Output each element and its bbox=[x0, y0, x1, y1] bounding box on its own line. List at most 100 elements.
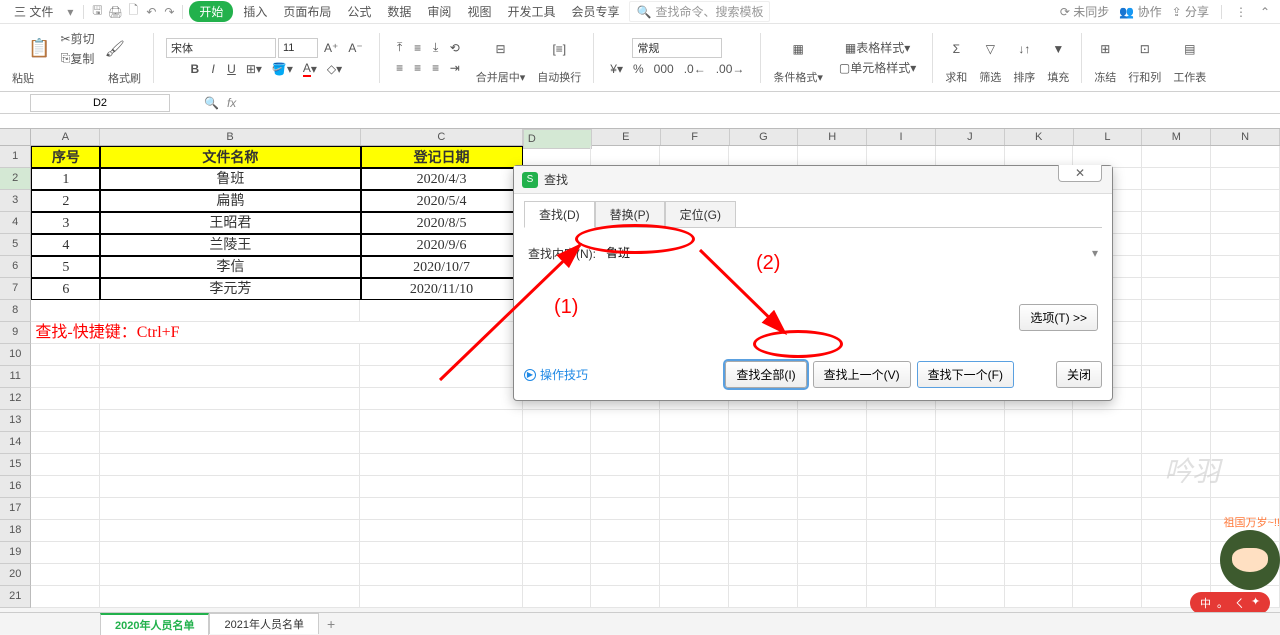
cell-A16[interactable] bbox=[31, 476, 100, 498]
row-header-17[interactable]: 17 bbox=[0, 498, 31, 520]
cell-A18[interactable] bbox=[31, 520, 100, 542]
cell-D14[interactable] bbox=[523, 432, 592, 454]
cell-N16[interactable] bbox=[1211, 476, 1280, 498]
cell-I18[interactable] bbox=[867, 520, 936, 542]
cell-D17[interactable] bbox=[523, 498, 592, 520]
col-header-B[interactable]: B bbox=[100, 129, 360, 145]
cell-N11[interactable] bbox=[1211, 366, 1280, 388]
col-header-F[interactable]: F bbox=[661, 129, 730, 145]
cell-E20[interactable] bbox=[591, 564, 660, 586]
align-left-button[interactable]: ≡ bbox=[392, 59, 408, 77]
cell-D20[interactable] bbox=[523, 564, 592, 586]
cell-E19[interactable] bbox=[591, 542, 660, 564]
cell-H16[interactable] bbox=[798, 476, 867, 498]
cell-F14[interactable] bbox=[660, 432, 729, 454]
cell-B19[interactable] bbox=[100, 542, 360, 564]
cell-G21[interactable] bbox=[729, 586, 798, 608]
cell-A12[interactable] bbox=[31, 388, 100, 410]
cell-C13[interactable] bbox=[360, 410, 522, 432]
cell-C1[interactable]: 登记日期 bbox=[361, 146, 523, 168]
cell-M4[interactable] bbox=[1142, 212, 1211, 234]
expand-icon[interactable]: ⌃ bbox=[1258, 5, 1272, 19]
align-middle-button[interactable]: ≡ bbox=[410, 39, 426, 57]
cell-C11[interactable] bbox=[360, 366, 522, 388]
cell-L13[interactable] bbox=[1073, 410, 1142, 432]
cell-E21[interactable] bbox=[591, 586, 660, 608]
decrease-font-button[interactable]: A⁻ bbox=[344, 39, 366, 57]
cell-D19[interactable] bbox=[523, 542, 592, 564]
cell-N4[interactable] bbox=[1211, 212, 1280, 234]
cell-B1[interactable]: 文件名称 bbox=[100, 146, 360, 168]
cell-N8[interactable] bbox=[1211, 300, 1280, 322]
cell-H18[interactable] bbox=[798, 520, 867, 542]
cell-B17[interactable] bbox=[100, 498, 360, 520]
cell-style-button[interactable]: ▢ 单元格样式▾ bbox=[835, 59, 920, 77]
cell-F17[interactable] bbox=[660, 498, 729, 520]
align-bottom-button[interactable]: ⤓ bbox=[428, 39, 444, 57]
cell-N12[interactable] bbox=[1211, 388, 1280, 410]
fx-label[interactable]: fx bbox=[227, 96, 236, 110]
cell-L15[interactable] bbox=[1073, 454, 1142, 476]
cell-H17[interactable] bbox=[798, 498, 867, 520]
cell-M3[interactable] bbox=[1142, 190, 1211, 212]
find-input[interactable] bbox=[602, 242, 1086, 264]
align-right-button[interactable]: ≡ bbox=[428, 59, 444, 77]
orientation-button[interactable]: ⟲ bbox=[446, 39, 464, 57]
cell-A2[interactable]: 1 bbox=[31, 168, 100, 190]
row-header-4[interactable]: 4 bbox=[0, 212, 31, 234]
cell-N15[interactable] bbox=[1211, 454, 1280, 476]
row-header-11[interactable]: 11 bbox=[0, 366, 31, 388]
dec-decimal-button[interactable]: .00→ bbox=[712, 60, 749, 78]
cell-A11[interactable] bbox=[31, 366, 100, 388]
cell-K13[interactable] bbox=[1005, 410, 1074, 432]
cell-B11[interactable] bbox=[100, 366, 360, 388]
cell-K19[interactable] bbox=[1005, 542, 1074, 564]
cell-G20[interactable] bbox=[729, 564, 798, 586]
cell-L14[interactable] bbox=[1073, 432, 1142, 454]
cell-C16[interactable] bbox=[360, 476, 522, 498]
cell-B12[interactable] bbox=[100, 388, 360, 410]
cell-H20[interactable] bbox=[798, 564, 867, 586]
col-header-N[interactable]: N bbox=[1211, 129, 1280, 145]
col-header-L[interactable]: L bbox=[1074, 129, 1143, 145]
cell-L18[interactable] bbox=[1073, 520, 1142, 542]
copy-button[interactable]: ⎘ 复制 bbox=[57, 50, 99, 68]
preview-icon[interactable]: 🗋 bbox=[126, 5, 140, 19]
cell-J13[interactable] bbox=[936, 410, 1005, 432]
cell-N9[interactable] bbox=[1211, 322, 1280, 344]
col-header-M[interactable]: M bbox=[1142, 129, 1211, 145]
cell-C4[interactable]: 2020/8/5 bbox=[361, 212, 523, 234]
cell-A1[interactable]: 序号 bbox=[31, 146, 100, 168]
col-header-I[interactable]: I bbox=[867, 129, 936, 145]
print-icon[interactable]: 🖨 bbox=[108, 5, 122, 19]
tab-start[interactable]: 开始 bbox=[189, 1, 233, 22]
add-sheet-button[interactable]: + bbox=[319, 616, 343, 632]
italic-button[interactable]: I bbox=[205, 60, 221, 78]
undo-icon[interactable]: ↶ bbox=[144, 5, 158, 19]
col-header-G[interactable]: G bbox=[730, 129, 799, 145]
cell-C20[interactable] bbox=[360, 564, 522, 586]
row-header-14[interactable]: 14 bbox=[0, 432, 31, 454]
cell-C5[interactable]: 2020/9/6 bbox=[361, 234, 523, 256]
cell-N2[interactable] bbox=[1211, 168, 1280, 190]
cell-H19[interactable] bbox=[798, 542, 867, 564]
cell-K14[interactable] bbox=[1005, 432, 1074, 454]
cell-A13[interactable] bbox=[31, 410, 100, 432]
tab-pagelayout[interactable]: 页面布局 bbox=[277, 1, 337, 22]
row-header-21[interactable]: 21 bbox=[0, 586, 31, 608]
cell-A15[interactable] bbox=[31, 454, 100, 476]
wrap-button[interactable]: [≡] bbox=[548, 31, 570, 67]
cell-K16[interactable] bbox=[1005, 476, 1074, 498]
row-header-19[interactable]: 19 bbox=[0, 542, 31, 564]
tab-goto[interactable]: 定位(G) bbox=[665, 201, 736, 228]
cell-G13[interactable] bbox=[729, 410, 798, 432]
cell-C2[interactable]: 2020/4/3 bbox=[361, 168, 523, 190]
cell-E17[interactable] bbox=[591, 498, 660, 520]
cell-K17[interactable] bbox=[1005, 498, 1074, 520]
cell-G15[interactable] bbox=[729, 454, 798, 476]
cell-L19[interactable] bbox=[1073, 542, 1142, 564]
cell-I15[interactable] bbox=[867, 454, 936, 476]
cell-E15[interactable] bbox=[591, 454, 660, 476]
cell-C21[interactable] bbox=[360, 586, 522, 608]
redo-icon[interactable]: ↷ bbox=[162, 5, 176, 19]
